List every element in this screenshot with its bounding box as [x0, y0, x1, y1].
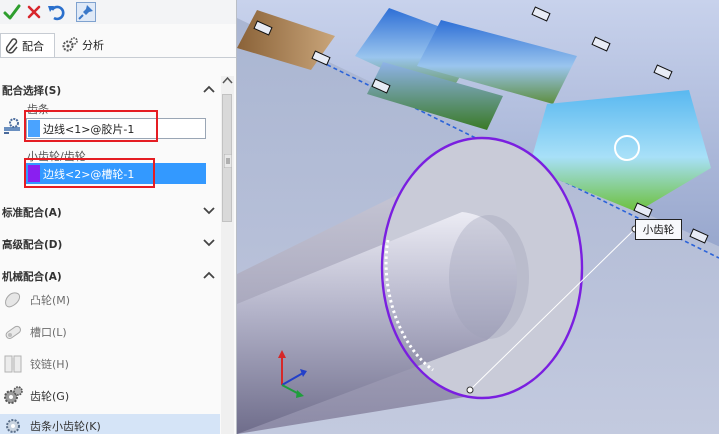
tab-analysis[interactable]: 分析 — [57, 33, 117, 56]
mech-item-slot[interactable]: 槽口(L) — [0, 320, 220, 344]
property-manager-panel: 配合 分析 配合选择(S) 齿条 边线<1>@胶片-1 小齿轮/齿轮 边线<2>… — [0, 0, 237, 434]
panel-splitter-grip-icon[interactable] — [224, 154, 232, 168]
paperclip-icon — [5, 37, 18, 54]
standard-mates-header[interactable]: 标准配合(A) — [0, 200, 220, 222]
chevron-up-icon — [203, 271, 215, 279]
pushpin-button[interactable] — [76, 2, 96, 22]
undo-icon — [48, 5, 65, 21]
tab-mates-label: 配合 — [22, 39, 44, 53]
mech-item-gear[interactable]: 齿轮(G) — [0, 384, 220, 408]
rack-pinion-icon — [6, 419, 20, 433]
close-icon — [27, 5, 41, 19]
3d-scene[interactable] — [237, 0, 719, 434]
mech-item-label: 齿轮(G) — [30, 390, 70, 403]
slot-icon — [5, 325, 21, 339]
panel-toolbar — [0, 0, 236, 24]
mate-selection-title: 配合选择(S) — [2, 85, 62, 97]
mech-item-label: 齿条小齿轮(K) — [30, 420, 101, 433]
tab-mates[interactable]: 配合 — [0, 33, 55, 57]
chevron-up-icon[interactable] — [203, 84, 215, 93]
rack-pinion-selection-icon — [4, 118, 20, 134]
advanced-mates-header[interactable]: 高级配合(D) — [0, 232, 220, 254]
checkmark-icon — [3, 4, 21, 20]
gears-icon — [62, 36, 78, 51]
chevron-down-icon — [203, 207, 215, 215]
rack-highlight-box — [24, 110, 158, 142]
panel-scrollbar[interactable] — [221, 76, 234, 434]
cam-icon — [5, 292, 21, 308]
mechanical-mates-title: 机械配合(A) — [2, 271, 62, 283]
mech-item-cam[interactable]: 凸轮(M) — [0, 288, 220, 312]
tab-analysis-label: 分析 — [82, 38, 104, 52]
undo-button[interactable] — [46, 2, 66, 22]
advanced-mates-title: 高级配合(D) — [2, 239, 63, 251]
shaft-end-shade — [449, 215, 529, 339]
gear-icon — [4, 386, 23, 404]
pinion-callout-label[interactable]: 小齿轮 — [635, 219, 682, 240]
scroll-up-arrow-icon[interactable] — [222, 76, 233, 86]
hinge-icon — [4, 355, 22, 373]
mech-item-hinge[interactable]: 铰链(H) — [0, 352, 220, 376]
pushpin-icon — [78, 5, 93, 20]
mech-item-label: 凸轮(M) — [30, 294, 71, 307]
mech-item-rack-pinion[interactable]: 齿条小齿轮(K) — [0, 414, 220, 434]
pinion-highlight-box — [24, 158, 155, 188]
graphics-area[interactable]: 小齿轮 — [237, 0, 719, 434]
mechanical-mates-header[interactable]: 机械配合(A) — [0, 264, 220, 286]
panel-tabs: 配合 分析 — [0, 33, 236, 58]
mech-item-label: 槽口(L) — [30, 326, 67, 339]
standard-mates-title: 标准配合(A) — [2, 207, 62, 219]
cancel-button[interactable] — [24, 2, 44, 22]
ok-button[interactable] — [2, 2, 22, 22]
mech-item-label: 铰链(H) — [30, 358, 69, 371]
chevron-down-icon — [203, 239, 215, 247]
callout-anchor-dot — [466, 386, 474, 394]
